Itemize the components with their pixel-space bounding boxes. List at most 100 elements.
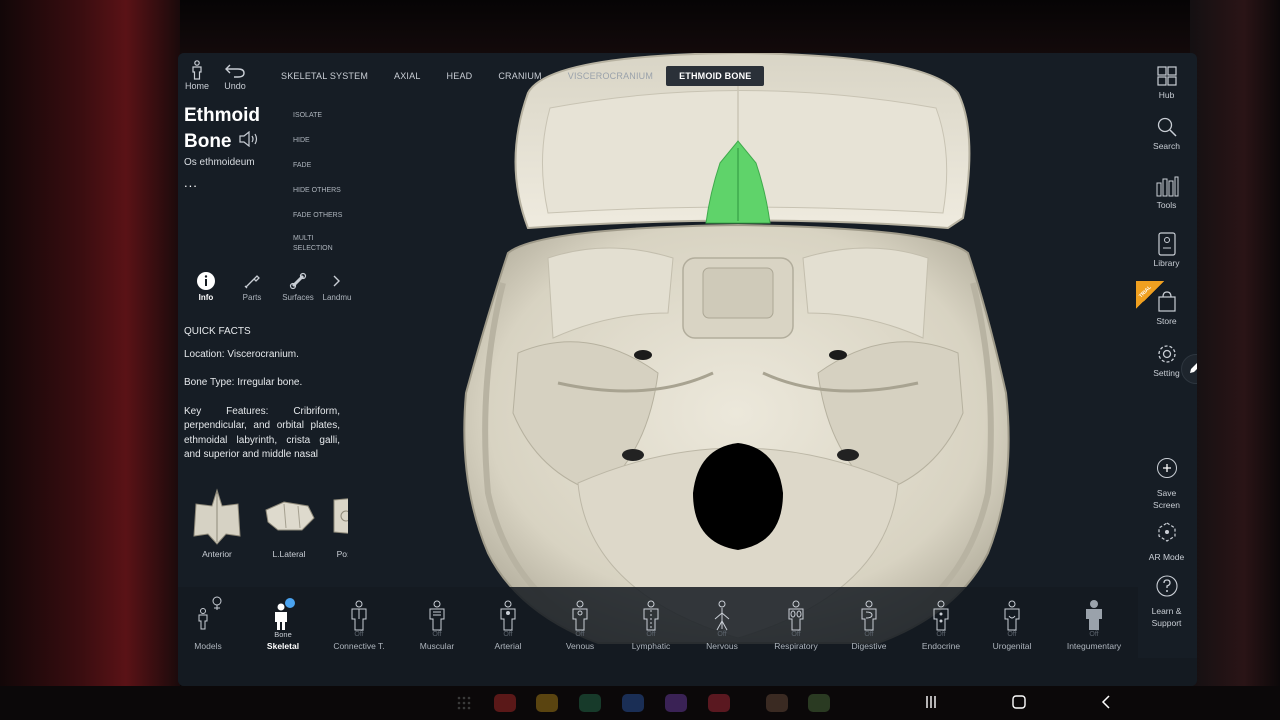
home-label: Home [184,81,209,91]
dock-app-icon-6[interactable] [708,694,730,712]
system-skeletal[interactable]: Bone Skeletal [247,595,319,651]
dock-app-icon-1[interactable] [494,694,516,712]
quick-facts-heading: QUICK FACTS [184,326,251,337]
more-options[interactable]: ... [184,175,198,190]
system-models[interactable]: Models [178,595,244,651]
venous-icon [544,595,616,631]
tab-parts[interactable]: Parts [229,269,275,309]
ar-mode-button[interactable]: AR Mode [1136,519,1197,563]
system-lymphatic[interactable]: Off Lymphatic [615,595,687,651]
breadcrumb-cranium[interactable]: CRANIUM [485,66,554,86]
system-urogenital[interactable]: Off Urogenital [976,595,1048,651]
app-bottom-strip [178,658,1197,686]
system-digestive[interactable]: Off Digestive [833,595,905,651]
action-menu: ISOLATE HIDE FADE HIDE OTHERS FADE OTHER… [293,109,353,259]
recents-icon [924,695,938,714]
endocrine-icon [905,595,977,631]
home-button[interactable]: Home [178,59,217,91]
home-square-icon [1012,694,1026,714]
recent-apps-button[interactable] [920,695,942,713]
search-icon [1136,114,1197,140]
quick-facts: QUICK FACTS Location: Viscerocranium. Bo… [184,325,340,477]
back-nav-button[interactable] [1096,694,1118,713]
undo-icon [215,59,255,81]
dock-app-icon-2[interactable] [536,694,558,712]
systems-bar: Models Bone Skeletal Off Connective T. O… [178,587,1138,658]
home-nav-button[interactable] [1008,694,1030,714]
system-nervous[interactable]: Off Nervous [686,595,758,651]
system-arterial[interactable]: Off Arterial [472,595,544,651]
system-endocrine[interactable]: Off Endocrine [905,595,977,651]
chevron-right-icon [321,269,353,293]
view-left-lateral[interactable]: L.Lateral [258,483,320,573]
android-navbar [0,686,1280,720]
breadcrumb-head[interactable]: HEAD [434,66,486,86]
structure-title: Ethmoid Bone [184,103,284,155]
breadcrumb-skeletal-system[interactable]: SKELETAL SYSTEM [268,66,381,86]
view-thumbnails: Anterior L.Lateral Po: [186,483,348,573]
store-button[interactable]: Store [1136,289,1197,327]
dock-app-icon-5[interactable] [665,694,687,712]
title-line-2: Bone [184,131,232,152]
tab-info[interactable]: Info [183,269,229,309]
dock-app-icon-4[interactable] [622,694,644,712]
system-integumentary[interactable]: Off Integumentary [1052,595,1136,651]
ethmoid-lateral-image [258,483,320,549]
info-icon [183,269,229,293]
dock-app-icon-8[interactable] [808,694,830,712]
3d-viewport[interactable]: Home Undo SKELETAL SYSTEM AXIAL HEAD CRA… [178,53,1197,658]
arterial-icon [472,595,544,631]
hide-button[interactable]: HIDE [293,134,353,159]
dock-app-icon-3[interactable] [579,694,601,712]
hide-others-button[interactable]: HIDE OTHERS [293,184,353,209]
nervous-icon [686,595,758,631]
ar-icon [1136,519,1197,545]
tab-surfaces[interactable]: Surfaces [275,269,321,309]
app-window: Home Undo SKELETAL SYSTEM AXIAL HEAD CRA… [178,53,1197,686]
help-icon [1136,573,1197,599]
person-icon [178,59,217,81]
system-connective-tissue[interactable]: Off Connective T. [323,595,395,651]
fade-others-button[interactable]: FADE OTHERS [293,209,353,234]
breadcrumb-ethmoid-bone[interactable]: ETHMOID BONE [666,66,765,86]
video-top-border [0,0,1280,54]
ethmoid-posterior-image [330,483,348,549]
fade-button[interactable]: FADE [293,159,353,184]
tab-landmarks[interactable]: Landmu [321,269,353,309]
video-right-border [1190,0,1280,720]
breadcrumb-axial[interactable]: AXIAL [381,66,434,86]
tools-icon [1136,173,1197,199]
save-screen-button[interactable]: Save Screen [1136,455,1197,511]
search-button[interactable]: Search [1136,114,1197,152]
lymphatic-icon [615,595,687,631]
respiratory-icon [760,595,832,631]
models-icon [178,595,244,631]
multi-selection-button[interactable]: MULTI SELECTION [293,234,337,259]
app-drawer-icon[interactable] [456,694,472,712]
hub-button[interactable]: Hub [1136,63,1197,101]
system-muscular[interactable]: Off Muscular [401,595,473,651]
integumentary-icon [1052,595,1136,631]
isolate-button[interactable]: ISOLATE [293,109,353,134]
system-venous[interactable]: Off Venous [544,595,616,651]
undo-button[interactable]: Undo [215,59,255,91]
skull-model[interactable] [458,53,1018,658]
dock-app-icon-7[interactable] [766,694,788,712]
hub-icon [1136,63,1197,89]
view-posterior[interactable]: Po: [330,483,348,573]
skeleton-icon [247,595,319,631]
tools-button[interactable]: Tools [1136,173,1197,211]
system-respiratory[interactable]: Off Respiratory [760,595,832,651]
muscular-icon [401,595,473,631]
view-anterior[interactable]: Anterior [186,483,248,573]
learn-support-button[interactable]: Learn & Support [1136,573,1197,629]
parts-icon [229,269,275,293]
latin-name: Os ethmoideum [184,157,255,168]
speaker-icon[interactable] [238,129,260,155]
library-icon [1136,231,1197,257]
library-button[interactable]: Library [1136,231,1197,269]
breadcrumb-viscerocranium[interactable]: VISCEROCRANIUM [555,66,666,86]
plus-icon [1136,455,1197,481]
urogenital-icon [976,595,1048,631]
title-line-1: Ethmoid [184,105,260,126]
